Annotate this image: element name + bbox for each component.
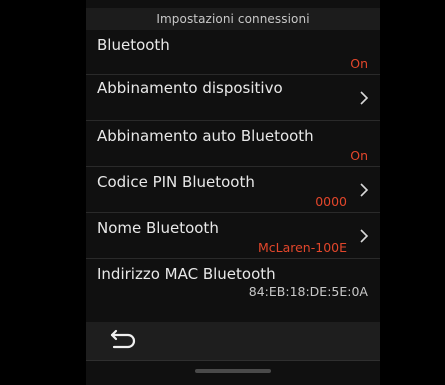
chevron-right-icon [357, 89, 371, 107]
setting-label: Abbinamento dispositivo [97, 79, 283, 97]
setting-bluetooth[interactable]: Bluetooth On [86, 30, 380, 75]
settings-list: Bluetooth On Abbinamento dispositivo Abb… [86, 30, 380, 304]
settings-screen: Impostazioni connessioni Bluetooth On Ab… [86, 0, 380, 385]
setting-label: Bluetooth [97, 36, 170, 54]
back-button[interactable] [104, 329, 138, 353]
setting-bluetooth-name[interactable]: Nome Bluetooth McLaren-100E [86, 213, 380, 259]
setting-value: McLaren-100E [257, 240, 347, 255]
bottom-toolbar [86, 322, 380, 361]
setting-value: 0000 [315, 194, 347, 209]
setting-value: On [350, 148, 368, 163]
setting-bluetooth-mac: Indirizzo MAC Bluetooth 84:EB:18:DE:5E:0… [86, 259, 380, 304]
setting-label: Abbinamento auto Bluetooth [97, 127, 314, 145]
setting-label: Indirizzo MAC Bluetooth [97, 265, 276, 283]
setting-device-pairing[interactable]: Abbinamento dispositivo [86, 75, 380, 121]
setting-auto-bluetooth-pairing[interactable]: Abbinamento auto Bluetooth On [86, 121, 380, 167]
setting-value: On [350, 56, 368, 71]
setting-value: 84:EB:18:DE:5E:0A [248, 284, 368, 299]
chevron-right-icon [357, 181, 371, 199]
home-indicator[interactable] [195, 369, 271, 373]
page-title: Impostazioni connessioni [86, 8, 380, 30]
chevron-right-icon [357, 227, 371, 245]
setting-bluetooth-pin[interactable]: Codice PIN Bluetooth 0000 [86, 167, 380, 213]
setting-label: Nome Bluetooth [97, 219, 219, 237]
back-arrow-icon [106, 329, 136, 353]
setting-label: Codice PIN Bluetooth [97, 173, 255, 191]
